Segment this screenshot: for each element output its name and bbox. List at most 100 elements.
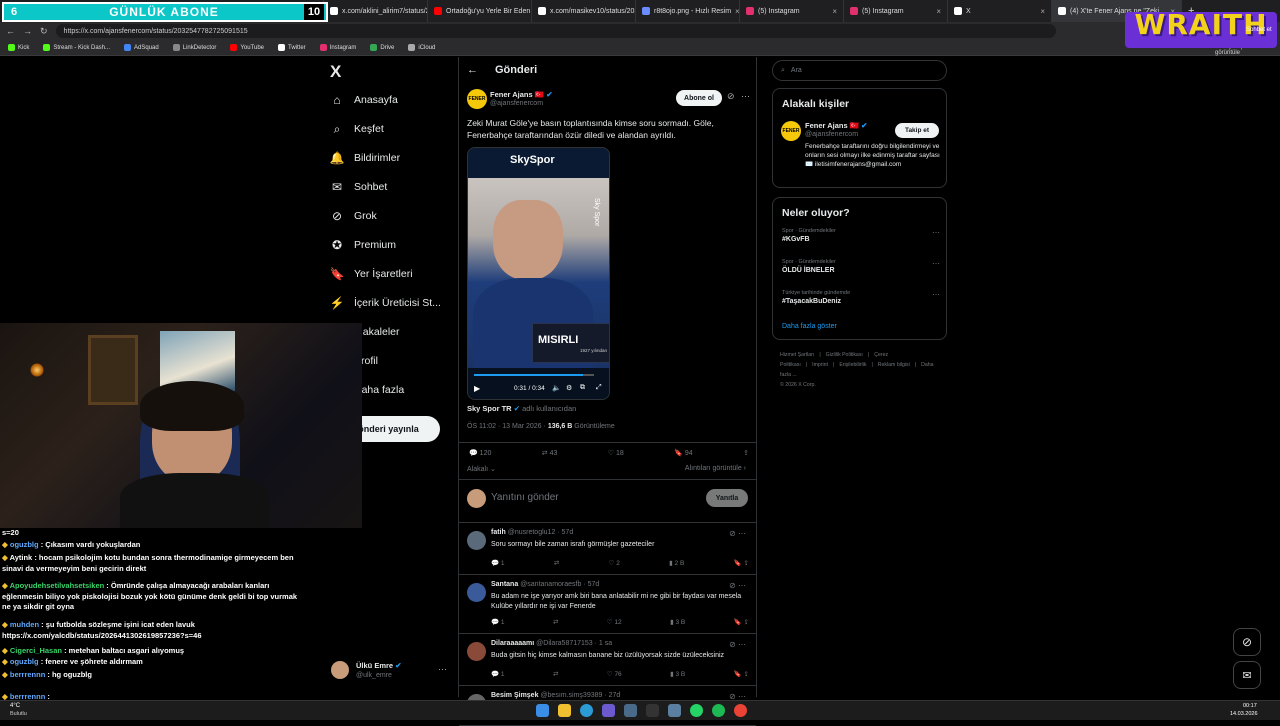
sidebar-item[interactable]: ⊘ Grok bbox=[330, 205, 377, 227]
chat-user[interactable]: oguzblg bbox=[10, 540, 39, 549]
reply-name[interactable]: Santana bbox=[491, 581, 518, 588]
account-more-icon[interactable]: ⋯ bbox=[438, 664, 447, 675]
reply-input[interactable]: Yanıtını gönder bbox=[491, 492, 559, 503]
like-action[interactable]: ♡ 2 bbox=[609, 559, 620, 567]
retweet-action[interactable]: ⇄ bbox=[553, 670, 558, 678]
tab-close-icon[interactable]: × bbox=[735, 7, 739, 16]
chat-user[interactable]: Aytink bbox=[10, 553, 33, 562]
view-quotes-link[interactable]: Alıntıları görüntüle › bbox=[685, 465, 746, 472]
footer-link[interactable]: Erişilebilirlik bbox=[839, 362, 866, 368]
tab-close-icon[interactable]: × bbox=[832, 7, 837, 16]
footer-link[interactable]: Hizmet Şartları bbox=[780, 352, 814, 358]
reply-action[interactable]: 💬 1 bbox=[491, 559, 505, 567]
reply-item[interactable]: fatih @nusretoglu12 · 57d ⊘ ⋯ Soru sormayı… bbox=[459, 523, 756, 575]
reply-more-icon[interactable]: ⊘ ⋯ bbox=[729, 529, 746, 538]
sidebar-item[interactable]: ⌕ Keşfet bbox=[330, 118, 384, 140]
retweet-action[interactable]: ⇄ 43 bbox=[542, 449, 558, 457]
account-name[interactable]: Ülkü Emre ✔ bbox=[356, 661, 402, 670]
like-action[interactable]: ♡ 76 bbox=[607, 670, 622, 678]
bookmark-item[interactable]: Kick bbox=[8, 44, 29, 51]
bookmark-item[interactable]: Instagram bbox=[319, 44, 356, 51]
footer-link[interactable]: Imprint bbox=[812, 362, 828, 368]
bookmark-action[interactable]: 🔖 ⇪ bbox=[734, 670, 749, 678]
reply-item[interactable]: Santana @santanamoraesfb · 57d ⊘ ⋯ Bu adam… bbox=[459, 575, 756, 634]
views-action[interactable]: ▮ 2 B bbox=[669, 559, 684, 567]
bookmark-item[interactable]: AdSquad bbox=[124, 44, 159, 51]
share-icon[interactable]: ⇪ bbox=[743, 449, 749, 457]
trend-more-icon[interactable]: ⋯ bbox=[932, 259, 940, 268]
bookmark-item[interactable]: Twitter bbox=[278, 44, 306, 51]
bookmark-item[interactable]: LinkDetector bbox=[172, 44, 216, 51]
explorer-icon[interactable] bbox=[558, 704, 571, 717]
reply-more-icon[interactable]: ⊘ ⋯ bbox=[729, 640, 746, 649]
views-action[interactable]: ▮ 3 B bbox=[670, 618, 685, 626]
follow-button[interactable]: Takip et bbox=[895, 123, 939, 138]
reply-more-icon[interactable]: ⊘ ⋯ bbox=[729, 581, 746, 590]
fullscreen-icon[interactable]: ⤢ bbox=[596, 384, 602, 392]
chat-user[interactable]: Cigerci_Hasan bbox=[10, 646, 62, 655]
bookmark-item[interactable]: Drive bbox=[370, 44, 394, 51]
like-action[interactable]: ♡ 18 bbox=[608, 449, 624, 457]
tweet-video[interactable]: SkySpor MISIRLI 1927 yılından Sky Spor ▶… bbox=[467, 147, 610, 400]
reload-icon[interactable]: ↻ bbox=[40, 26, 48, 37]
bookmark-action[interactable]: 🔖 ⇪ bbox=[734, 559, 749, 567]
browser-tab[interactable]: Ortadoğu'yu Yerle Bir Eden G...× bbox=[428, 0, 532, 22]
related-avatar[interactable]: FENER bbox=[781, 121, 801, 141]
tab-close-icon[interactable]: × bbox=[936, 7, 941, 16]
reply-item[interactable]: Dilaraaaaamı @Dilara58717153 · 1 sa ⊘ ⋯ Bu… bbox=[459, 634, 756, 686]
volume-icon[interactable]: 🔈 bbox=[552, 384, 561, 392]
like-action[interactable]: ♡ 12 bbox=[607, 618, 622, 626]
subscribe-button[interactable]: Abone ol bbox=[676, 90, 722, 106]
messages-float-icon[interactable]: ✉ bbox=[1233, 661, 1261, 689]
trend-more-icon[interactable]: ⋯ bbox=[932, 228, 940, 237]
footer-link[interactable]: Gizlilik Politikası bbox=[826, 352, 863, 358]
discord-icon[interactable] bbox=[602, 704, 615, 717]
browser-tab[interactable]: x.com/masikev10/status/203...× bbox=[532, 0, 636, 22]
browser-tab[interactable]: r8t8ojo.png - Hızlı Resim × bbox=[636, 0, 740, 22]
retweet-action[interactable]: ⇄ bbox=[553, 618, 558, 626]
reply-action[interactable]: 💬 120 bbox=[469, 449, 491, 457]
relevance-dropdown[interactable]: Alakalı ⌄ bbox=[467, 465, 496, 473]
show-more-link[interactable]: Daha fazla göster bbox=[782, 323, 837, 330]
tab-close-icon[interactable]: × bbox=[1040, 7, 1045, 16]
bookmark-action[interactable]: 🔖 ⇪ bbox=[734, 618, 749, 626]
video-source[interactable]: Sky Spor TR ✔ adlı kullanıcıdan bbox=[467, 404, 576, 413]
reply-avatar[interactable] bbox=[467, 531, 486, 550]
reply-name[interactable]: fatih bbox=[491, 529, 506, 536]
browser-tab[interactable]: (5) Instagram × bbox=[740, 0, 844, 22]
reply-action[interactable]: 💬 1 bbox=[491, 670, 505, 678]
settings-app-icon[interactable] bbox=[668, 704, 681, 717]
more-icon[interactable]: ⋯ bbox=[741, 91, 750, 102]
sidebar-item[interactable]: ⚡ İçerik Üreticisi St... bbox=[330, 292, 441, 314]
bookmark-item[interactable]: YouTube bbox=[230, 44, 264, 51]
forward-icon[interactable]: → bbox=[23, 26, 32, 36]
whatsapp-icon[interactable] bbox=[690, 704, 703, 717]
footer-link[interactable]: © 2026 X Corp. bbox=[780, 380, 940, 390]
play-icon[interactable]: ▶ bbox=[474, 384, 480, 393]
account-avatar[interactable] bbox=[331, 661, 349, 679]
sidebar-item[interactable]: ✉ Sohbet bbox=[330, 176, 387, 198]
reply-avatar[interactable] bbox=[467, 642, 486, 661]
steam-icon[interactable] bbox=[624, 704, 637, 717]
reply-name[interactable]: Dilaraaaaamı bbox=[491, 640, 534, 647]
grok-icon[interactable]: ⊘ bbox=[727, 91, 735, 102]
bookmark-item[interactable]: iCloud bbox=[408, 44, 435, 51]
browser-tab[interactable]: x.com/aklini_alirim7/status/2...× bbox=[324, 0, 428, 22]
trend-more-icon[interactable]: ⋯ bbox=[932, 290, 940, 299]
footer-link[interactable]: Reklam bilgisi bbox=[878, 362, 910, 368]
related-name[interactable]: Fener Ajans 🇹🇷 ✔ bbox=[805, 121, 867, 130]
reply-name[interactable]: Besim Şimşek bbox=[491, 692, 538, 699]
back-icon[interactable]: ← bbox=[6, 26, 15, 36]
app-icon[interactable] bbox=[646, 704, 659, 717]
sidebar-item[interactable]: 🔖 Yer İşaretleri bbox=[330, 263, 413, 285]
x-logo-icon[interactable]: X bbox=[330, 62, 341, 82]
bookmark-item[interactable]: Stream - Kick Dash... bbox=[43, 44, 110, 51]
start-icon[interactable] bbox=[536, 704, 549, 717]
search-box[interactable]: ⌕ Ara bbox=[772, 60, 947, 81]
pip-icon[interactable]: ⧉ bbox=[580, 384, 585, 392]
sidebar-item[interactable]: ✪ Premium bbox=[330, 234, 396, 256]
url-input[interactable]: https://x.com/ajansfenercom/status/20325… bbox=[55, 24, 1056, 38]
spotify-icon[interactable] bbox=[712, 704, 725, 717]
author-name[interactable]: Fener Ajans 🇹🇷 ✔ bbox=[490, 90, 552, 99]
chat-user[interactable]: berrrennn bbox=[10, 670, 45, 679]
